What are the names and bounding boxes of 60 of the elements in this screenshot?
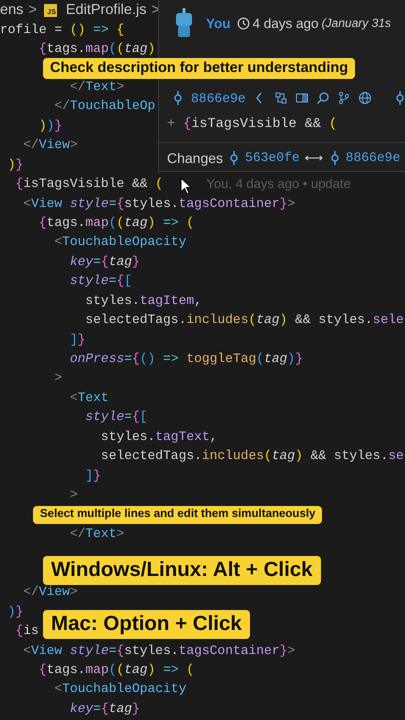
breadcrumb-item[interactable]: EditProfile.js (66, 2, 146, 18)
commit-time: 4 days ago (252, 16, 319, 30)
branch-icon[interactable] (336, 91, 351, 105)
code-line: key={tag} (68, 252, 140, 271)
code-line: <View style={styles.tagsContainer}> (22, 642, 296, 660)
author-name[interactable]: You (206, 16, 230, 30)
code-line: key={tag} (68, 700, 140, 718)
changes-label: Changes (167, 150, 224, 166)
code-line: </View> (22, 136, 78, 154)
commit-icon (328, 150, 341, 164)
code-line: </TouchableOp (53, 97, 156, 116)
breadcrumb-item[interactable]: ens (0, 2, 24, 18)
code-line: <Text (68, 388, 109, 407)
code-line: <View style={styles.tagsContainer}> (22, 194, 296, 212)
code-line: ]} (68, 330, 86, 349)
compare-arrow: ⟷ (304, 150, 324, 165)
commit-hash[interactable]: 563e0fe (245, 150, 300, 165)
video-caption: Windows/Linux: Alt + Click (43, 556, 321, 584)
code-line: <TouchableOpacity (53, 233, 186, 252)
commit-icon (228, 150, 240, 164)
video-caption: Mac: Option + Click (43, 610, 250, 638)
pointer-icon (180, 177, 192, 195)
code-line: styles.tagItem, (84, 292, 202, 310)
commit-icon[interactable] (394, 91, 405, 105)
commit-icon (172, 91, 184, 105)
code-line: {tags.map((tag) => ( (38, 661, 194, 679)
code-line: styles.tagText, (100, 428, 218, 446)
code-line: onPress={() => toggleTag(tag)} (68, 350, 303, 368)
code-line: style={[ (84, 408, 148, 426)
video-caption: Select multiple lines and edit them simultaneously (33, 506, 322, 524)
history-icon (236, 16, 250, 30)
globe-icon[interactable] (358, 91, 372, 105)
panel-icon[interactable] (294, 91, 309, 105)
commit-hash[interactable]: 8866e9e (191, 90, 246, 106)
code-line: ))} (38, 116, 62, 135)
code-line: selectedTags.includes(tag) && styles.se (100, 447, 404, 466)
compare-icon[interactable] (274, 91, 288, 105)
code-line: style={[ (68, 272, 132, 290)
code-line: {isTagsVisible && ( (14, 175, 164, 194)
code-line: rofile = () => { (0, 21, 124, 39)
diff-line: + {isTagsVisible && ( (167, 117, 338, 132)
code-line: )} (6, 602, 24, 621)
code-line: > (68, 486, 78, 504)
blame-annotation: You, 4 days ago • update (206, 175, 351, 194)
code-line: {is (14, 622, 39, 640)
code-line: selectedTags.includes(tag) && styles.sele (84, 311, 404, 330)
code-line: </Text> (68, 524, 124, 543)
code-line: ]} (84, 466, 101, 485)
code-line: </View> (22, 583, 78, 602)
commit-date: (January 31s (322, 16, 391, 30)
breadcrumb-separator: > (28, 2, 37, 18)
search-icon[interactable] (316, 91, 330, 105)
code-line: )} (6, 156, 24, 174)
video-caption: Check description for better understanding (43, 58, 356, 78)
code-line: {tags.map((tag) (38, 40, 156, 58)
code-line: {tags.map((tag) => ( (38, 214, 194, 232)
code-line: > (53, 369, 62, 388)
code-line: </Text> (68, 78, 124, 96)
commit-hash[interactable]: 8866e9e (346, 150, 400, 165)
code-line: <TouchableOpacity (53, 680, 186, 698)
